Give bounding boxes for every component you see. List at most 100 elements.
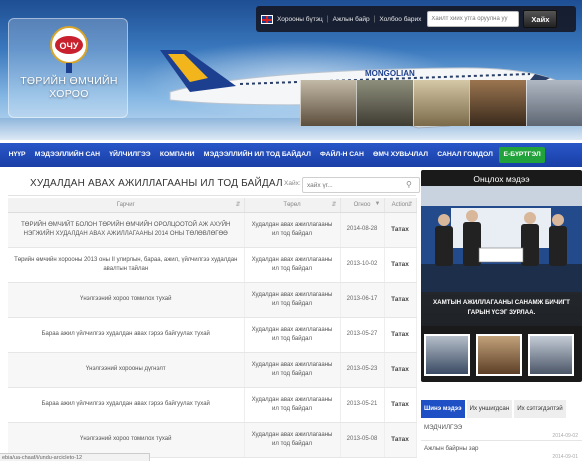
topbar-separator: | xyxy=(326,15,329,23)
news-item-date: 2014-09-02 xyxy=(552,433,578,439)
row-title[interactable]: Төрийн өмчийн хорооны 2013 оны II улирлы… xyxy=(8,247,245,283)
news-list: МЭДЧИЛГЭЭ 2014-09-02 Ажлын байрны зар 20… xyxy=(421,420,582,461)
news-item-title: МЭДЧИЛГЭЭ xyxy=(424,424,463,431)
featured-news-caption[interactable]: ХАМТЫН АЖИЛЛАГААНЫ САНАМЖ БИЧИГТ ГАРЫН Ү… xyxy=(421,292,582,326)
soyombo-emblem-icon: ОЧУ xyxy=(50,26,88,73)
row-date: 2013-05-08 xyxy=(340,422,385,458)
row-type: Худалдан авах ажиллагааны ил тод байдал xyxy=(244,212,341,248)
featured-news-sidebar: Онцлох мэдээ ХАМТЫН АЖИЛЛАГААНЫ САНАМЖ Б… xyxy=(421,170,582,461)
column-header-type-label: Төрөл xyxy=(283,201,301,208)
organization-name-line1: ТӨРИЙН ӨМЧИЙН xyxy=(20,75,118,87)
row-type: Худалдан авах ажиллагааны ил тод байдал xyxy=(244,317,341,353)
table-row: Үнэлгээний хороо томилох тухай Худалдан … xyxy=(8,282,417,318)
top-utility-bar: Хорооны бүтэц | Ажлын байр | Холбоо бари… xyxy=(256,6,576,32)
column-header-action[interactable]: Action ⇵ xyxy=(384,198,417,213)
sort-icon: ⇵ xyxy=(235,202,241,208)
download-button[interactable]: Татах xyxy=(384,212,417,248)
row-date: 2013-05-27 xyxy=(340,317,385,353)
organization-name: ТӨРИЙН ӨМЧИЙН ХОРОО xyxy=(9,75,129,101)
browser-status-url: ebia/ua-chaaf/i/undu-arcicleto-12 xyxy=(0,453,150,461)
page-title: ХУДАЛДАН АВАХ АЖИЛЛАГААНЫ ИЛ ТОД БАЙДАЛ xyxy=(30,178,283,189)
documents-table: Гарчиг ⇵ Төрөл ⇵ Огноо ▼ Action ⇵ ТӨРИЙН ӨМЧ… xyxy=(8,198,417,458)
download-button[interactable]: Татах xyxy=(384,317,417,353)
nav-item-information-fund[interactable]: МЭДЭЭЛЛИЙН САН xyxy=(30,143,104,167)
sort-desc-icon: ▼ xyxy=(374,201,381,207)
news-thumbnail-2[interactable] xyxy=(476,334,522,376)
header-search-input[interactable] xyxy=(427,11,520,27)
column-header-type[interactable]: Төрөл ⇵ xyxy=(244,198,341,213)
row-title[interactable]: Үнэлгээний хороо томилох тухай xyxy=(8,422,245,458)
news-thumbnail-1[interactable] xyxy=(424,334,470,376)
header-banner: MONGOLIAN ОЧУ ТӨРИЙН ӨМЧИЙН ХОРОО Хороон… xyxy=(0,0,582,140)
row-date: 2013-10-02 xyxy=(340,247,385,283)
row-type: Худалдан авах ажиллагааны ил тод байдал xyxy=(244,387,341,423)
row-date: 2013-05-21 xyxy=(340,387,385,423)
table-row: Бараа ажил үйлчилгээ худалдан авах гэрээ… xyxy=(8,317,417,353)
row-type: Худалдан авах ажиллагааны ил тод байдал xyxy=(244,247,341,283)
row-type: Худалдан авах ажиллагааны ил тод байдал xyxy=(244,282,341,318)
row-title[interactable]: Үнэлгээний хорооны дүгнэлт xyxy=(8,352,245,388)
topbar-link-structure[interactable]: Хорооны бүтэц xyxy=(277,16,323,23)
download-button[interactable]: Татах xyxy=(384,352,417,388)
nav-item-services[interactable]: ҮЙЛЧИЛГЭЭ xyxy=(105,143,156,167)
tab-most-read[interactable]: Их уншигдсан xyxy=(466,400,513,418)
banner-photo-3 xyxy=(412,80,470,126)
news-thumbnail-3[interactable] xyxy=(528,334,574,376)
topbar-link-contact[interactable]: Холбоо барих xyxy=(379,16,421,23)
table-row: ТӨРИЙН ӨМЧИЙТ БОЛОН ТӨРИЙН ӨМЧИЙН ОРОЛЦО… xyxy=(8,212,417,248)
banner-photo-strip xyxy=(300,80,582,126)
nav-item-home[interactable]: НҮҮР xyxy=(4,143,30,167)
row-date: 2013-05-23 xyxy=(340,352,385,388)
nav-item-privatization[interactable]: ӨМЧ ХУВЬЧЛАЛ xyxy=(368,143,432,167)
topbar-link-jobs[interactable]: Ажлын байр xyxy=(333,16,370,23)
table-row: Үнэлгээний хороо томилох тухай Худалдан … xyxy=(8,422,417,458)
nav-item-e-registration[interactable]: Е-БҮРТГЭЛ xyxy=(499,147,545,163)
table-search-label: Хайх: xyxy=(284,180,301,187)
organization-name-line2: ХОРОО xyxy=(49,88,89,100)
row-title[interactable]: Бараа ажил үйлчилгээ худалдан авах гэрээ… xyxy=(8,317,245,353)
banner-photo-5 xyxy=(525,80,582,126)
row-type: Худалдан авах ажиллагааны ил тод байдал xyxy=(244,422,341,458)
table-row: Бараа ажил үйлчилгээ худалдан авах гэрээ… xyxy=(8,387,417,423)
plane-livery-text: MONGOLIAN xyxy=(365,69,415,78)
news-item-title: Ажлын байрны зар xyxy=(424,445,479,452)
topbar-separator: | xyxy=(373,15,376,23)
english-flag-icon[interactable] xyxy=(261,14,273,24)
procurement-content: ХУДАЛДАН АВАХ АЖИЛЛАГААНЫ ИЛ ТОД БАЙДАЛ … xyxy=(8,170,420,461)
download-button[interactable]: Татах xyxy=(384,247,417,283)
search-icon: ⚲ xyxy=(406,180,412,189)
column-header-title-label: Гарчиг xyxy=(116,201,135,208)
row-title[interactable]: Бараа ажил үйлчилгээ худалдан авах гэрээ… xyxy=(8,387,245,423)
column-header-title[interactable]: Гарчиг ⇵ xyxy=(8,198,245,213)
site-logo[interactable]: ОЧУ ТӨРИЙН ӨМЧИЙН ХОРОО xyxy=(8,18,128,118)
nav-item-feedback[interactable]: САНАЛ ГОМДОЛ xyxy=(433,143,498,167)
header-search-button[interactable]: Хайх xyxy=(523,10,558,28)
logo-text: ОЧУ xyxy=(60,41,79,51)
list-item[interactable]: МЭДЧИЛГЭЭ 2014-09-02 xyxy=(421,420,582,441)
news-item-date: 2014-09-01 xyxy=(552,454,578,460)
row-date: 2013-06-17 xyxy=(340,282,385,318)
row-type: Худалдан авах ажиллагааны ил тод байдал xyxy=(244,352,341,388)
nav-item-companies[interactable]: КОМПАНИ xyxy=(155,143,199,167)
table-header-row: Гарчиг ⇵ Төрөл ⇵ Огноо ▼ Action ⇵ xyxy=(8,198,417,213)
table-row: Төрийн өмчийн хорооны 2013 оны II улирлы… xyxy=(8,247,417,283)
row-title[interactable]: Үнэлгээний хороо томилох тухай xyxy=(8,282,245,318)
banner-photo-1 xyxy=(300,80,357,126)
column-header-date-label: Огноо xyxy=(353,201,371,208)
featured-news-slide[interactable]: ХАМТЫН АЖИЛЛАГААНЫ САНАМЖ БИЧИГТ ГАРЫН Ү… xyxy=(421,186,582,326)
column-header-date[interactable]: Огноо ▼ xyxy=(340,198,385,213)
nav-item-transparency[interactable]: МЭДЭЭЛЛИЙН ИЛ ТОД БАЙДАЛ xyxy=(199,143,315,167)
row-title[interactable]: ТӨРИЙН ӨМЧИЙТ БОЛОН ТӨРИЙН ӨМЧИЙН ОРОЛЦО… xyxy=(8,212,245,248)
download-button[interactable]: Татах xyxy=(384,282,417,318)
tab-new-news[interactable]: Шинэ мэдээ xyxy=(421,400,465,418)
list-item[interactable]: Ажлын байрны зар 2014-09-01 xyxy=(421,441,582,461)
download-button[interactable]: Татах xyxy=(384,422,417,458)
download-button[interactable]: Татах xyxy=(384,387,417,423)
featured-news-title: Онцлох мэдээ xyxy=(473,174,530,184)
main-navigation: НҮҮР МЭДЭЭЛЛИЙН САН ҮЙЛЧИЛГЭЭ КОМПАНИ МЭ… xyxy=(0,143,582,167)
table-search-input[interactable] xyxy=(302,177,420,193)
nav-item-file-fund[interactable]: ФАЙЛ-Н САН xyxy=(315,143,368,167)
tab-most-commented[interactable]: Их сэтгэгдэлтэй xyxy=(514,400,566,418)
banner-photo-4 xyxy=(469,80,526,126)
banner-photo-2 xyxy=(356,80,413,126)
